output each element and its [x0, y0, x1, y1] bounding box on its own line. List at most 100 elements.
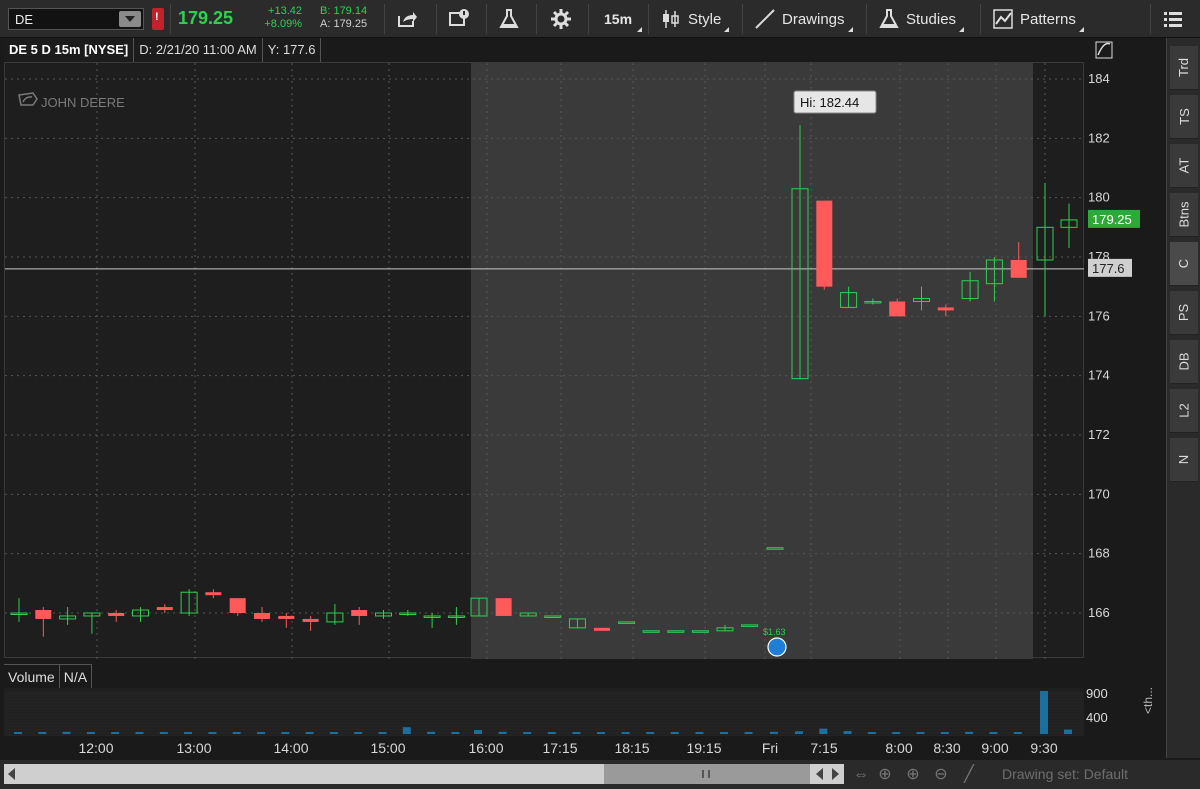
- side-tab-label: L2: [1176, 403, 1192, 418]
- zoom-in-icon[interactable]: ⊕: [904, 766, 922, 784]
- candle-body: [423, 615, 441, 618]
- volume-bar: [402, 727, 411, 734]
- candle-body: [594, 627, 610, 631]
- price-chart[interactable]: JOHN DEERE Hi: 182.44 $1.63: [4, 62, 1085, 659]
- volume-title[interactable]: Volume: [4, 664, 60, 688]
- studies-menu[interactable]: Studies: [878, 6, 965, 32]
- price-tick-label: 184: [1088, 71, 1110, 86]
- patterns-menu[interactable]: Patterns: [992, 6, 1084, 32]
- volume-bar: [695, 732, 704, 734]
- ask-price: A: 179.25: [320, 18, 368, 30]
- alert-icon[interactable]: !: [152, 8, 164, 30]
- volume-bar: [892, 732, 901, 734]
- candle: [519, 612, 537, 617]
- time-tick-label: 13:00: [176, 740, 211, 756]
- timeframe-selector[interactable]: 15m: [604, 6, 643, 32]
- candle: [132, 607, 149, 622]
- volume-bar: [305, 732, 314, 734]
- drawing-set-label[interactable]: Drawing set: Default: [1002, 766, 1128, 782]
- side-tab-label: Trd: [1176, 57, 1192, 78]
- crosshair-price-marker: 177.6: [1088, 258, 1132, 277]
- volume-bar: [38, 732, 47, 734]
- candle-body: [840, 292, 858, 308]
- side-tab-l2[interactable]: L2: [1170, 389, 1198, 433]
- zoom-out-icon[interactable]: ⊖: [932, 766, 950, 784]
- volume-bar: [621, 732, 630, 734]
- drawing-line-icon: [755, 9, 775, 29]
- candle: [495, 598, 512, 616]
- scroll-left-arrow[interactable]: [8, 768, 15, 780]
- side-tab-ts[interactable]: TS: [1170, 95, 1198, 139]
- time-tick-label: 17:15: [542, 740, 577, 756]
- menu-button[interactable]: [1162, 6, 1184, 32]
- scroll-forward-arrow[interactable]: [832, 768, 839, 780]
- volume-bar: [1040, 690, 1048, 734]
- style-menu[interactable]: Style: [660, 6, 730, 32]
- time-axis[interactable]: 12:00 13:00 14:00 15:00 16:00 17:15 18:15 19:15…: [4, 736, 1084, 760]
- flask-button[interactable]: [498, 6, 520, 32]
- symbol-input[interactable]: DE: [15, 12, 33, 27]
- dividend-icon[interactable]: [767, 637, 787, 657]
- scroll-thumb[interactable]: [604, 764, 810, 784]
- time-tick-label: 14:00: [273, 740, 308, 756]
- crosshair-tool-icon[interactable]: ⊕: [876, 766, 894, 784]
- candle-body: [642, 630, 660, 633]
- candle-body: [816, 200, 833, 287]
- scroll-back-arrow[interactable]: [816, 768, 823, 780]
- volume-bar: [208, 732, 217, 734]
- volume-bar: [14, 732, 22, 734]
- volume-value: N/A: [59, 664, 93, 688]
- side-tab-trd[interactable]: Trd: [1170, 46, 1198, 90]
- time-tick-label: 8:00: [885, 740, 912, 756]
- candle-body: [180, 591, 198, 614]
- volume-bar: [670, 732, 679, 734]
- candle: [816, 200, 833, 290]
- candle-body: [470, 597, 488, 617]
- drawing-tool-icon[interactable]: ╱: [960, 766, 978, 784]
- candle: [423, 613, 441, 628]
- side-tab-n[interactable]: N: [1170, 438, 1198, 482]
- volume-bar: [819, 728, 828, 734]
- volume-bar: [646, 732, 655, 734]
- scale-toggle-icon[interactable]: [1095, 41, 1113, 59]
- share-button[interactable]: [396, 6, 418, 32]
- horizontal-scrollbar[interactable]: [4, 764, 844, 784]
- candle-body: [495, 598, 512, 616]
- candle: [351, 607, 368, 625]
- candlestick-chart[interactable]: JOHN DEERE Hi: 182.44 $1.63: [5, 63, 1085, 659]
- volume-bar: [498, 731, 507, 734]
- timeframe-label: 15m: [604, 11, 633, 27]
- time-tick-label: 9:00: [981, 740, 1008, 756]
- side-tab-label: N: [1176, 454, 1192, 465]
- candle: [205, 589, 222, 599]
- chart-symbol-period[interactable]: DE 5 D 15m [NYSE]: [4, 38, 135, 62]
- bid-ask: B: 179.14 A: 179.25: [320, 5, 367, 31]
- volume-collapse-label[interactable]: <th...: [1141, 687, 1155, 714]
- volume-bar: [427, 731, 436, 734]
- symbol-dropdown-button[interactable]: [119, 11, 141, 27]
- side-tab-btns[interactable]: Btns: [1170, 193, 1198, 237]
- candle-body: [254, 613, 270, 619]
- price-tick-label: 182: [1088, 130, 1110, 145]
- side-tab-ps[interactable]: PS: [1170, 291, 1198, 335]
- flexible-grid-button[interactable]: [448, 6, 470, 32]
- price-tick-label: 174: [1088, 368, 1110, 383]
- candle-body: [229, 598, 246, 613]
- expand-horizontal-icon[interactable]: ⇔: [852, 766, 870, 784]
- price-axis[interactable]: 184 182 180 178 176 174 172 170 168 166 179.25 17…: [1084, 38, 1166, 658]
- candle: [568, 618, 586, 629]
- volume-chart[interactable]: [4, 688, 1084, 736]
- candle: [594, 627, 610, 631]
- side-tab-db[interactable]: DB: [1170, 340, 1198, 384]
- bottom-bar: ⇔ ⊕ ⊕ ⊖ ╱ Drawing set: Default: [0, 760, 1200, 789]
- price-tick-label: 168: [1088, 546, 1110, 561]
- candle-body: [83, 612, 101, 617]
- net-change-percent: +8.09%: [264, 18, 302, 30]
- symbol-selector[interactable]: DE: [8, 8, 144, 30]
- side-tab-at[interactable]: AT: [1170, 144, 1198, 188]
- drawings-menu[interactable]: Drawings: [754, 6, 853, 32]
- settings-button[interactable]: [550, 6, 572, 32]
- share-icon: [398, 12, 417, 27]
- side-tab-c[interactable]: C: [1170, 242, 1198, 286]
- candle: [83, 612, 101, 634]
